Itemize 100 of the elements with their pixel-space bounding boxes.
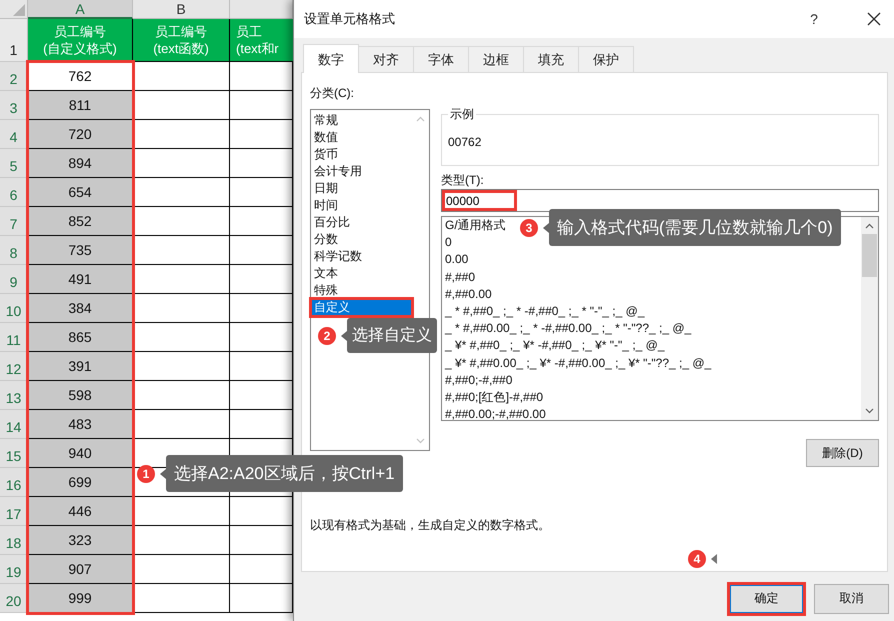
row-header[interactable]: 19: [0, 555, 28, 584]
row-header[interactable]: 2: [0, 62, 28, 91]
row-header[interactable]: 20: [0, 584, 28, 613]
description-text: 以现有格式为基础，生成自定义的数字格式。: [310, 517, 551, 534]
table-cell: [230, 497, 293, 526]
row-header[interactable]: 3: [0, 91, 28, 120]
list-item[interactable]: #,##0;-#,##0: [442, 372, 512, 390]
row-header[interactable]: 7: [0, 207, 28, 236]
table-cell: 811: [28, 91, 133, 120]
list-item[interactable]: 分数: [311, 231, 412, 248]
row-header[interactable]: 1: [0, 19, 28, 62]
table-cell: 894: [28, 149, 133, 178]
row-header[interactable]: 18: [0, 526, 28, 555]
row-header[interactable]: 9: [0, 265, 28, 294]
list-item[interactable]: 货币: [311, 146, 412, 163]
row-header[interactable]: 10: [0, 294, 28, 323]
table-cell: [230, 410, 293, 439]
list-item[interactable]: G/通用格式: [442, 217, 506, 234]
list-item[interactable]: 时间: [311, 197, 412, 214]
table-cell: [230, 381, 293, 410]
list-item[interactable]: _ * #,##0_ ;_ * -#,##0_ ;_ * "-"_ ;_ @_: [442, 303, 644, 320]
table-cell: [230, 584, 293, 613]
cancel-button[interactable]: 取消: [814, 584, 889, 614]
list-item[interactable]: 0: [442, 234, 452, 252]
table-cell: 907: [28, 555, 133, 584]
row-header[interactable]: 11: [0, 323, 28, 352]
header-cell: 员工编号 (自定义格式): [28, 19, 133, 62]
list-item[interactable]: 特殊: [311, 282, 412, 299]
table-cell: 598: [28, 381, 133, 410]
list-item[interactable]: #,##0.00;-#,##0.00: [442, 406, 546, 424]
table-cell: [230, 178, 293, 207]
list-item[interactable]: #,##0;[红色]-#,##0: [442, 389, 544, 406]
list-item[interactable]: 百分比: [311, 214, 412, 231]
close-icon[interactable]: [867, 12, 881, 26]
row-header[interactable]: 15: [0, 439, 28, 468]
table-cell: [230, 265, 293, 294]
list-item[interactable]: 常规: [311, 112, 412, 129]
table-cell: 735: [28, 236, 133, 265]
select-all-icon[interactable]: [13, 4, 25, 16]
table-cell: 384: [28, 294, 133, 323]
row-header[interactable]: 6: [0, 178, 28, 207]
input-field[interactable]: 00000: [442, 190, 517, 211]
help-button[interactable]: ?: [791, 0, 837, 38]
pointer-icon: [543, 222, 549, 232]
tab[interactable]: 对齐: [359, 46, 414, 72]
list-item[interactable]: _ ¥* #,##0_ ;_ ¥* -#,##0_ ;_ ¥* "-"_ ;_ @_: [442, 337, 665, 355]
table-cell: 699: [28, 468, 133, 497]
category-label: 分类(C):: [310, 85, 355, 102]
pointer-icon: [341, 330, 347, 340]
row-header[interactable]: 12: [0, 352, 28, 381]
tab[interactable]: 字体: [414, 46, 469, 72]
table-cell: [230, 555, 293, 584]
table-cell: [230, 62, 293, 91]
row-header[interactable]: 16: [0, 468, 28, 497]
scrollbar-thumb[interactable]: [862, 234, 877, 277]
row-header[interactable]: 4: [0, 120, 28, 149]
list-item[interactable]: 0.00: [442, 251, 468, 269]
list-item[interactable]: 数值: [311, 129, 412, 146]
chevron-up-icon[interactable]: [865, 223, 874, 229]
list-item[interactable]: 会计专用: [311, 163, 412, 180]
table-cell: [230, 120, 293, 149]
table-cell: 391: [28, 352, 133, 381]
list-item[interactable]: 科学记数: [311, 248, 412, 265]
tab[interactable]: 保护: [579, 46, 634, 72]
row-header[interactable]: 13: [0, 381, 28, 410]
type-label: 类型(T):: [441, 172, 485, 189]
table-cell: 654: [28, 178, 133, 207]
row-header[interactable]: 8: [0, 236, 28, 265]
callout-bubble: 选择A2:A20区域后，按Ctrl+1: [166, 455, 403, 492]
chevron-down-icon[interactable]: [865, 408, 874, 414]
column-header[interactable]: B: [133, 0, 230, 19]
table-cell: 323: [28, 526, 133, 555]
table-cell: [230, 207, 293, 236]
table-cell: 852: [28, 207, 133, 236]
callout-bubble: 输入格式代码(需要几位数就输几个0): [549, 209, 841, 246]
table-cell: 865: [28, 323, 133, 352]
list-item[interactable]: #,##0: [442, 268, 476, 286]
tab[interactable]: 数字: [303, 44, 359, 73]
list-item[interactable]: #,##0.00: [442, 286, 492, 304]
header-cell: 员工 (text和r: [230, 19, 293, 62]
row-header[interactable]: 17: [0, 497, 28, 526]
table-cell: [230, 91, 293, 120]
table-cell: 940: [28, 439, 133, 468]
table-cell: 483: [28, 410, 133, 439]
delete-button[interactable]: 删除(D): [806, 439, 879, 467]
table-cell: [230, 352, 293, 381]
tab[interactable]: 边框: [469, 46, 524, 72]
tab[interactable]: 填充: [524, 46, 579, 72]
table-cell: [230, 236, 293, 265]
table-cell: 446: [28, 497, 133, 526]
list-item[interactable]: 文本: [311, 265, 412, 282]
list-item[interactable]: 日期: [311, 180, 412, 197]
ok-button[interactable]: 确定: [729, 584, 804, 614]
row-header[interactable]: 14: [0, 410, 28, 439]
row-header[interactable]: 5: [0, 149, 28, 178]
column-header[interactable]: A: [28, 0, 133, 19]
list-item[interactable]: _ * #,##0.00_ ;_ * -#,##0.00_ ;_ * "-"??_ ;_ @_: [442, 320, 692, 338]
list-item[interactable]: _ ¥* #,##0.00_ ;_ ¥* -#,##0.00_ ;_ ¥* "-"??_ ;_ @_: [442, 354, 712, 372]
column-header[interactable]: [230, 0, 293, 19]
table-cell: 491: [28, 265, 133, 294]
